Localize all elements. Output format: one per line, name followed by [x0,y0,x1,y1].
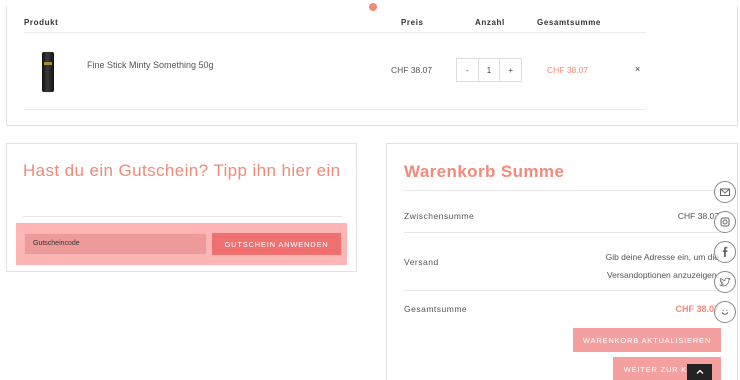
coupon-panel: Hast du ein Gutschein? Tipp ihn hier ein… [6,143,357,272]
facebook-icon[interactable] [714,241,736,263]
mail-icon[interactable] [714,181,736,203]
twitter-icon[interactable] [714,271,736,293]
totals-divider [404,190,722,191]
update-cart-button[interactable]: WARENKORB AKTUALISIEREN [573,328,721,352]
subtotal-divider [404,232,722,233]
totals-title: Warenkorb Summe [404,162,565,181]
shipping-note: Gib deine Adresse ein, um die Versandopt… [605,252,719,280]
quantity-plus-button[interactable]: + [500,59,521,81]
cart-table: Produkt Preis Anzahl Gesamtsumme Fine St… [6,3,738,126]
coupon-title: Hast du ein Gutschein? Tipp ihn hier ein [23,161,341,180]
header-product: Produkt [24,18,59,27]
cart-totals-panel: Warenkorb Summe Zwischensumme CHF 38.07 … [386,143,738,380]
header-price: Preis [401,18,424,27]
header-divider [24,32,646,33]
product-subtotal: CHF 38.07 [547,65,589,75]
quantity-minus-button[interactable]: - [457,59,479,81]
quantity-stepper: - 1 + [456,58,522,82]
coupon-divider [23,216,342,217]
product-name[interactable]: Fine Stick Minty Something 50g [87,60,214,70]
row-divider [24,109,646,110]
product-thumbnail[interactable] [42,52,54,92]
product-price: CHF 38.07 [391,65,433,75]
quantity-input[interactable]: 1 [479,59,501,81]
header-subtotal: Gesamtsumme [537,18,601,27]
progress-dot [369,3,377,11]
scroll-to-top-button[interactable] [687,364,712,380]
subtotal-label: Zwischensumme [404,211,475,221]
remove-item-button[interactable]: × [635,64,640,74]
instagram-icon[interactable] [714,211,736,233]
subtotal-value: CHF 38.07 [677,211,719,221]
shipping-label: Versand [404,257,439,267]
total-label: Gesamtsumme [404,304,468,314]
shipping-divider [404,290,722,291]
coupon-code-input[interactable]: Gutscheincode [24,233,207,255]
chevron-up-icon [696,369,703,374]
total-value: CHF 38.07 [675,304,719,314]
apply-coupon-button[interactable]: GUTSCHEIN ANWENDEN [212,233,341,255]
header-quantity: Anzahl [475,18,505,27]
smile-icon[interactable] [714,301,736,323]
